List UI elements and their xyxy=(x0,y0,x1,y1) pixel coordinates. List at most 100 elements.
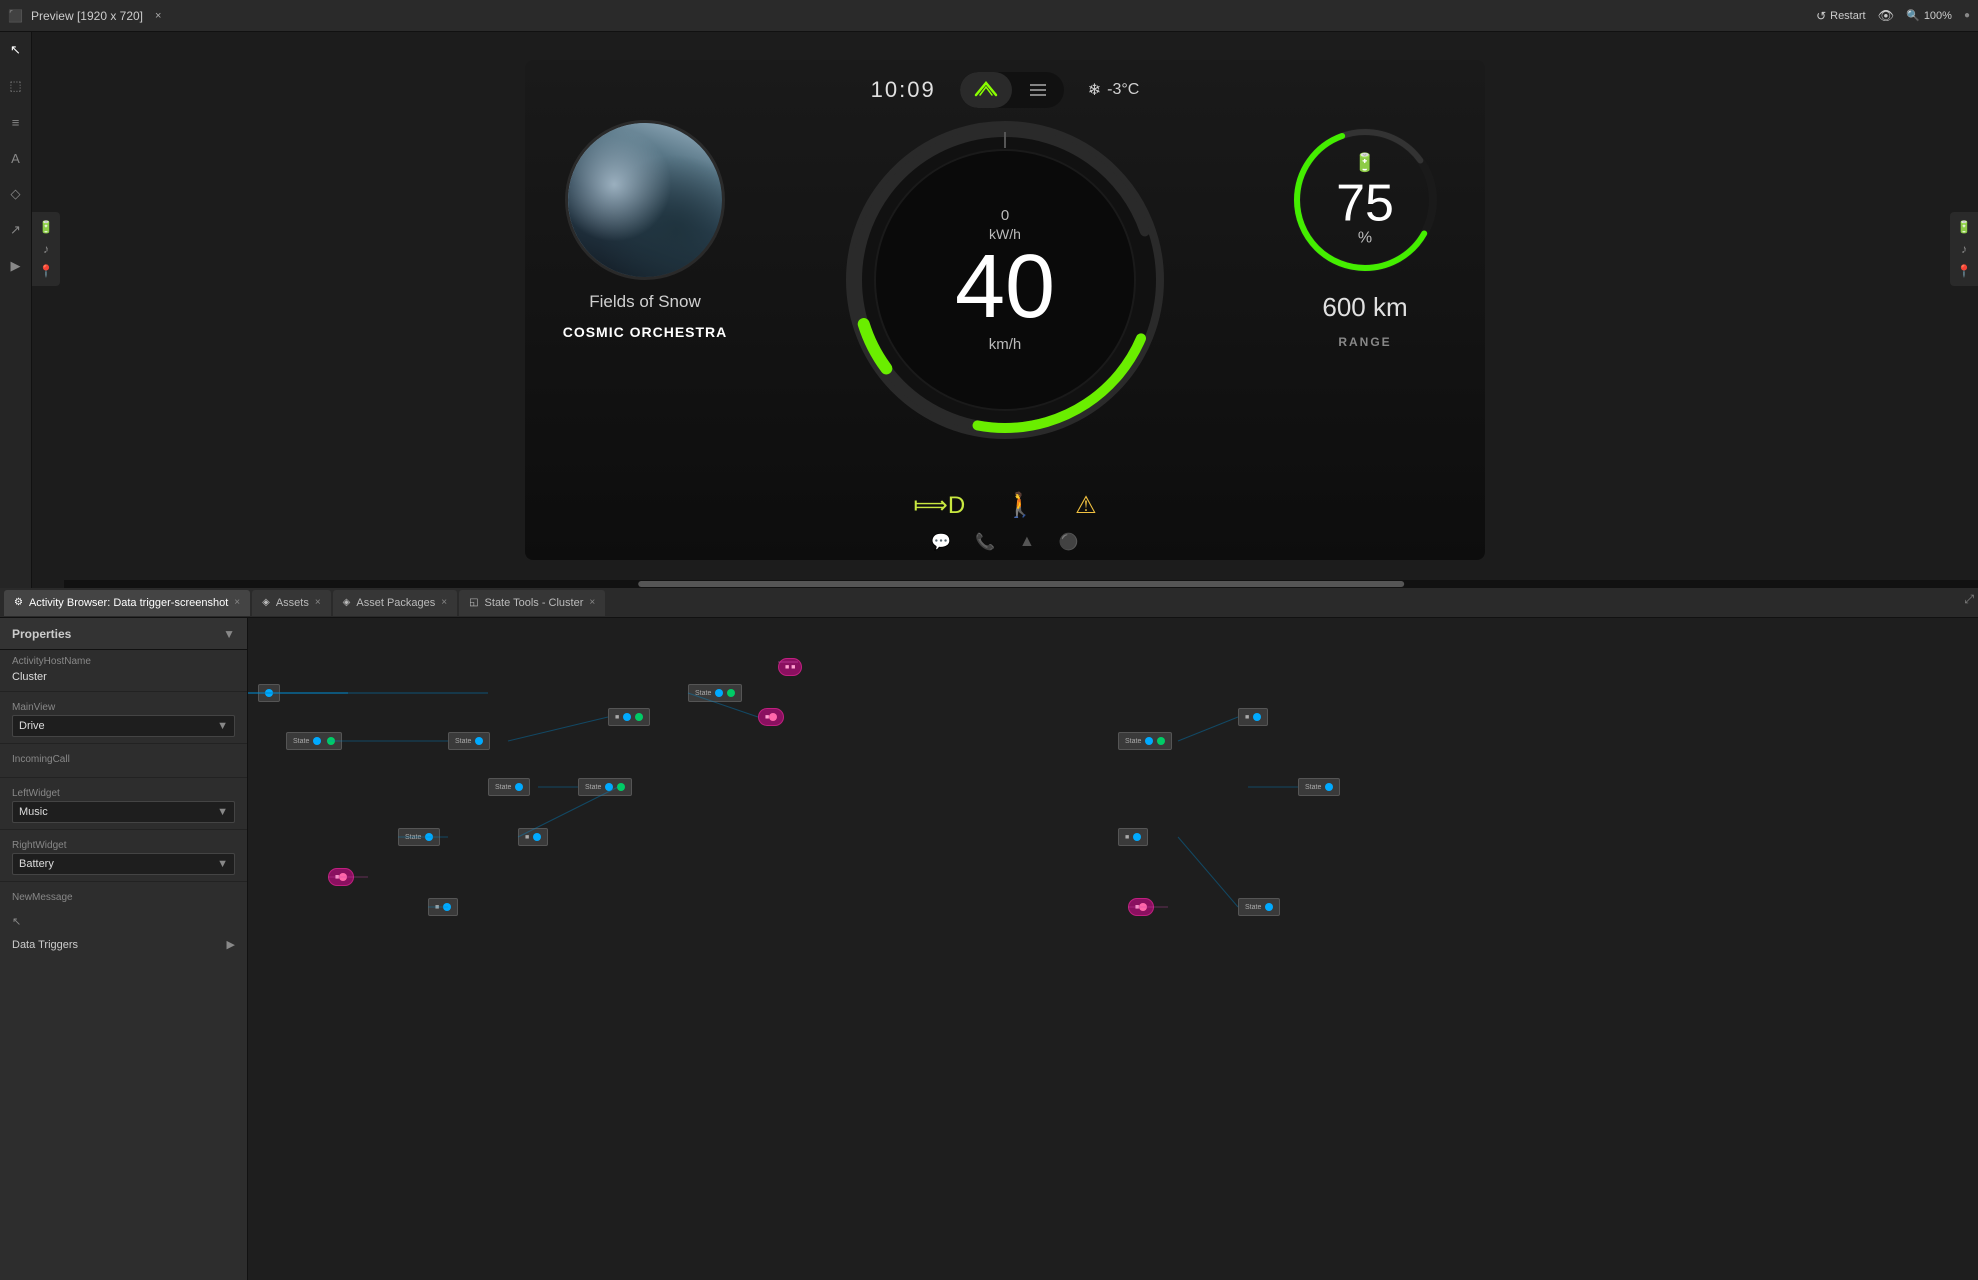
close-button[interactable]: × xyxy=(155,10,161,22)
eye-button[interactable]: 👁 xyxy=(1878,8,1895,24)
node-gray-3[interactable]: ■ xyxy=(608,708,650,726)
props-chevron-icon[interactable]: ▼ xyxy=(223,627,235,641)
node-pink-1[interactable]: ■ ■ xyxy=(778,658,802,676)
prop-select-arrow-3: ▼ xyxy=(217,806,228,818)
scrollbar-thumb xyxy=(638,581,1404,587)
zoom-icon: 🔍 xyxy=(1906,9,1920,22)
settings-nav-icon[interactable]: ⚫ xyxy=(1059,532,1079,552)
prop-new-message: NewMessage xyxy=(0,886,247,911)
battery-left-icon: 🔋 xyxy=(39,220,54,234)
prop-main-view: MainView Drive ▼ xyxy=(0,696,247,739)
speedo-power-val: 0 xyxy=(955,207,1055,224)
album-progress-ring xyxy=(565,120,725,280)
location-right-icon: 📍 xyxy=(1957,264,1972,278)
prop-select-left-widget[interactable]: Music ▼ xyxy=(12,801,235,823)
panel-expand-icon[interactable]: ⤢ xyxy=(1964,592,1974,607)
music-right-icon: ♪ xyxy=(1961,242,1967,256)
battery-ring: 🔋 75 % xyxy=(1285,120,1445,280)
node-gray-5[interactable]: State xyxy=(488,778,530,796)
restart-button[interactable]: ↺ Restart xyxy=(1816,9,1866,23)
prop-label-4: RightWidget xyxy=(12,840,235,851)
phone-icon[interactable]: 📞 xyxy=(975,532,995,552)
tab-close-1[interactable]: × xyxy=(315,597,321,608)
sidebar-cursor-tool[interactable]: ↖ xyxy=(6,40,26,60)
eye-icon: 👁 xyxy=(1878,8,1895,24)
hud-nav-drive-icon[interactable] xyxy=(960,72,1012,108)
prop-value-5 xyxy=(12,905,235,909)
sidebar-share-tool[interactable]: ↗ xyxy=(6,220,26,240)
prop-select-right-widget[interactable]: Battery ▼ xyxy=(12,853,235,875)
tab-label-3: State Tools - Cluster xyxy=(485,597,584,609)
prop-value-0: Cluster xyxy=(12,669,235,685)
data-triggers-arrow: ▶ xyxy=(227,938,235,951)
tab-asset-packages[interactable]: ◈ Asset Packages × xyxy=(333,590,457,616)
sidebar-layers-tool[interactable]: ≡ xyxy=(6,112,26,132)
tab-assets[interactable]: ◈ Assets × xyxy=(252,590,331,616)
music-left-icon: ♪ xyxy=(43,242,49,256)
zoom-level: 100% xyxy=(1924,10,1952,22)
hud-nav-pill[interactable] xyxy=(960,72,1064,108)
album-art xyxy=(565,120,725,280)
prop-left-widget: LeftWidget Music ▼ xyxy=(0,782,247,825)
weather-temp: -3°C xyxy=(1107,81,1139,99)
artist-name: COSMIC ORCHESTRA xyxy=(563,324,728,340)
node-gray-1[interactable]: State xyxy=(286,732,342,750)
message-icon[interactable]: 💬 xyxy=(931,532,951,552)
data-triggers-section[interactable]: Data Triggers ▶ xyxy=(0,932,247,957)
weather-icon: ❄ xyxy=(1088,80,1101,100)
nav-icon[interactable]: ▲ xyxy=(1019,533,1035,551)
tab-close-2[interactable]: × xyxy=(441,597,447,608)
tab-label-2: Asset Packages xyxy=(356,597,435,609)
divider-1 xyxy=(0,743,247,744)
cursor-icon: ↖ xyxy=(12,915,21,928)
preview-title: Preview [1920 x 720] xyxy=(31,9,143,23)
sidebar-shapes-tool[interactable]: ◇ xyxy=(6,184,26,204)
speedometer: 0 kW/h 40 km/h xyxy=(835,110,1175,450)
left-sidebar: ↖ ⬚ ≡ A ◇ ↗ ▶ xyxy=(0,32,32,588)
preview-scrollbar[interactable] xyxy=(64,580,1978,588)
prop-select-main-view[interactable]: Drive ▼ xyxy=(12,715,235,737)
node-gray-14[interactable]: State xyxy=(1238,898,1280,916)
properties-sidebar: Properties ▼ ActivityHostName Cluster Ma… xyxy=(0,618,248,1280)
range-value: 600 km xyxy=(1322,292,1407,323)
node-gray-2[interactable]: State xyxy=(448,732,490,750)
node-gray-12[interactable]: State xyxy=(1298,778,1340,796)
node-gray-8[interactable]: State xyxy=(398,828,440,846)
node-gray-9[interactable]: ■ xyxy=(428,898,458,916)
tab-close-0[interactable]: × xyxy=(234,597,240,608)
node-graph[interactable]: ■ ■ State State ■ xyxy=(248,618,1978,1280)
connection-lines xyxy=(248,618,1978,1280)
prop-label-5: NewMessage xyxy=(12,892,235,903)
node-connector-left[interactable] xyxy=(258,684,280,702)
node-pink-3[interactable]: ■ xyxy=(328,868,354,886)
tab-state-tools[interactable]: ◱ State Tools - Cluster × xyxy=(459,590,605,616)
tab-activity-browser[interactable]: ⚙ Activity Browser: Data trigger-screens… xyxy=(4,590,250,616)
prop-activity-host-name: ActivityHostName Cluster xyxy=(0,650,247,687)
hud-time: 10:09 xyxy=(871,77,936,103)
zoom-control[interactable]: 🔍 100% xyxy=(1906,9,1952,22)
left-panel-music: Fields of Snow COSMIC ORCHESTRA xyxy=(545,120,745,340)
node-gray-11[interactable]: ■ xyxy=(1238,708,1268,726)
tab-icon-2: ◈ xyxy=(343,597,351,608)
node-gray-7[interactable]: ■ xyxy=(518,828,548,846)
bottom-panel: Properties ▼ ActivityHostName Cluster Ma… xyxy=(0,618,1978,1280)
node-pink-2[interactable]: ■ xyxy=(758,708,784,726)
sidebar-video-tool[interactable]: ▶ xyxy=(6,256,26,276)
tab-close-3[interactable]: × xyxy=(589,597,595,608)
sidebar-select-tool[interactable]: ⬚ xyxy=(6,76,26,96)
hud-nav-menu-icon[interactable] xyxy=(1012,72,1064,108)
tab-label-1: Assets xyxy=(276,597,309,609)
prop-label-2: IncomingCall xyxy=(12,754,235,765)
person-warning-icon: 🚶 xyxy=(1005,491,1035,520)
node-gray-6[interactable]: State xyxy=(578,778,632,796)
node-gray-4[interactable]: State xyxy=(688,684,742,702)
node-gray-10[interactable]: State xyxy=(1118,732,1172,750)
sidebar-text-tool[interactable]: A xyxy=(6,148,26,168)
cursor-indicator: ↖ xyxy=(0,911,247,932)
node-pink-4[interactable]: ■ xyxy=(1128,898,1154,916)
tab-icon-3: ◱ xyxy=(469,597,478,608)
tab-icon-0: ⚙ xyxy=(14,597,23,608)
prop-select-value-1: Drive xyxy=(19,720,45,732)
props-header: Properties ▼ xyxy=(0,618,247,650)
node-gray-13[interactable]: ■ xyxy=(1118,828,1148,846)
